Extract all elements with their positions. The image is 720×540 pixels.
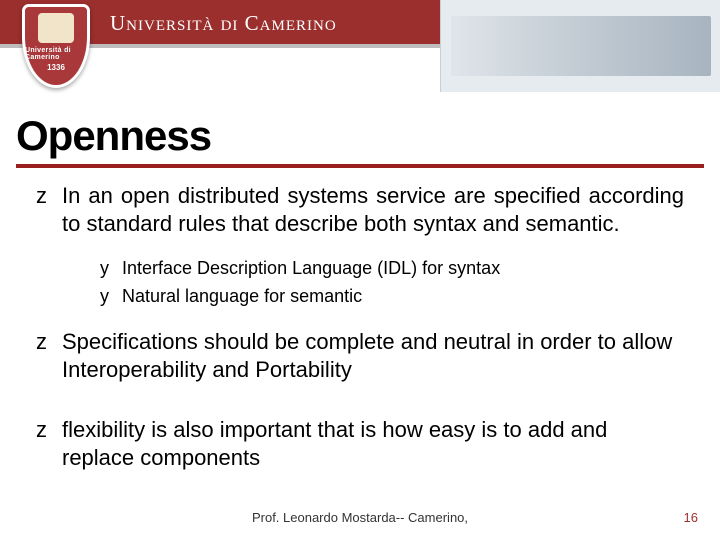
bullet-text: Specifications should be complete and ne… — [62, 328, 684, 384]
header-banner: Università di Camerino 1336 Università d… — [0, 0, 720, 92]
slide: Università di Camerino 1336 Università d… — [0, 0, 720, 540]
footer-author: Prof. Leonardo Mostarda-- Camerino, — [0, 510, 720, 525]
bullet-marker-y: y — [100, 284, 122, 308]
banner-photo — [440, 0, 720, 92]
university-name: Università di Camerino — [110, 11, 337, 36]
bullet-marker-z: z — [36, 416, 62, 472]
bullet-marker-y: y — [100, 256, 122, 280]
bullet-y1: y Interface Description Language (IDL) f… — [100, 256, 684, 280]
shield-year: 1336 — [47, 63, 65, 72]
sub-bullet-list: y Interface Description Language (IDL) f… — [100, 256, 684, 308]
bullet-text: Natural language for semantic — [122, 284, 684, 308]
photo-placeholder — [451, 16, 711, 76]
shield-crest-icon — [38, 13, 74, 43]
bullet-marker-z: z — [36, 328, 62, 384]
bullet-z3: z flexibility is also important that is … — [36, 416, 684, 472]
bullet-text: flexibility is also important that is ho… — [62, 416, 684, 472]
slide-body: z In an open distributed systems service… — [36, 182, 684, 490]
footer-page-number: 16 — [684, 510, 698, 525]
footer: Prof. Leonardo Mostarda-- Camerino, 16 — [0, 510, 720, 530]
title-underline — [16, 164, 704, 168]
spacer — [36, 402, 684, 416]
bullet-text: In an open distributed systems service a… — [62, 182, 684, 238]
bullet-marker-z: z — [36, 182, 62, 238]
bullet-z1: z In an open distributed systems service… — [36, 182, 684, 238]
slide-title: Openness — [16, 112, 211, 160]
bullet-y2: y Natural language for semantic — [100, 284, 684, 308]
university-shield-logo: Università di Camerino 1336 — [22, 4, 90, 88]
bullet-z2: z Specifications should be complete and … — [36, 328, 684, 384]
shield-label: Università di Camerino — [25, 47, 87, 61]
bullet-text: Interface Description Language (IDL) for… — [122, 256, 684, 280]
